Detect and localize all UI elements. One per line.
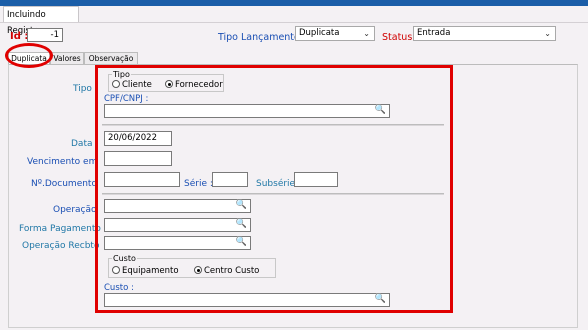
divider (0, 22, 588, 23)
chevron-down-icon: ⌄ (363, 29, 370, 38)
tab-observacao[interactable]: Observação (84, 52, 138, 64)
documento-label: Nº.Documento (31, 179, 97, 189)
operacao-recbto-label: Operação Recbto (22, 241, 100, 251)
id-field[interactable]: -1 (27, 28, 63, 42)
tab-observacao-label: Observação (88, 54, 134, 63)
tab-valores-label: Valores (53, 54, 81, 63)
data-label: Data (71, 139, 93, 149)
window-tab[interactable]: Incluindo Registro (3, 6, 79, 36)
tipo-lancamento-value: Duplicata (299, 28, 340, 38)
vencimento-label: Vencimento em (27, 157, 98, 167)
status-select[interactable]: Entrada ⌄ (413, 26, 556, 41)
id-value: -1 (50, 30, 59, 40)
chevron-down-icon: ⌄ (544, 29, 551, 38)
id-label: Id : (10, 31, 29, 42)
status-value: Entrada (417, 28, 451, 38)
tipo-lancamento-label: Tipo Lançamento : (218, 32, 307, 43)
operacao-label: Operação (53, 205, 97, 215)
highlight-box (95, 65, 453, 313)
window-title-bar (0, 0, 588, 6)
forma-pagamento-label: Forma Pagamento (19, 224, 101, 234)
tipo-label: Tipo (73, 84, 92, 94)
highlight-oval (5, 43, 53, 68)
tab-valores[interactable]: Valores (50, 52, 84, 64)
tipo-lancamento-select[interactable]: Duplicata ⌄ (295, 26, 375, 41)
